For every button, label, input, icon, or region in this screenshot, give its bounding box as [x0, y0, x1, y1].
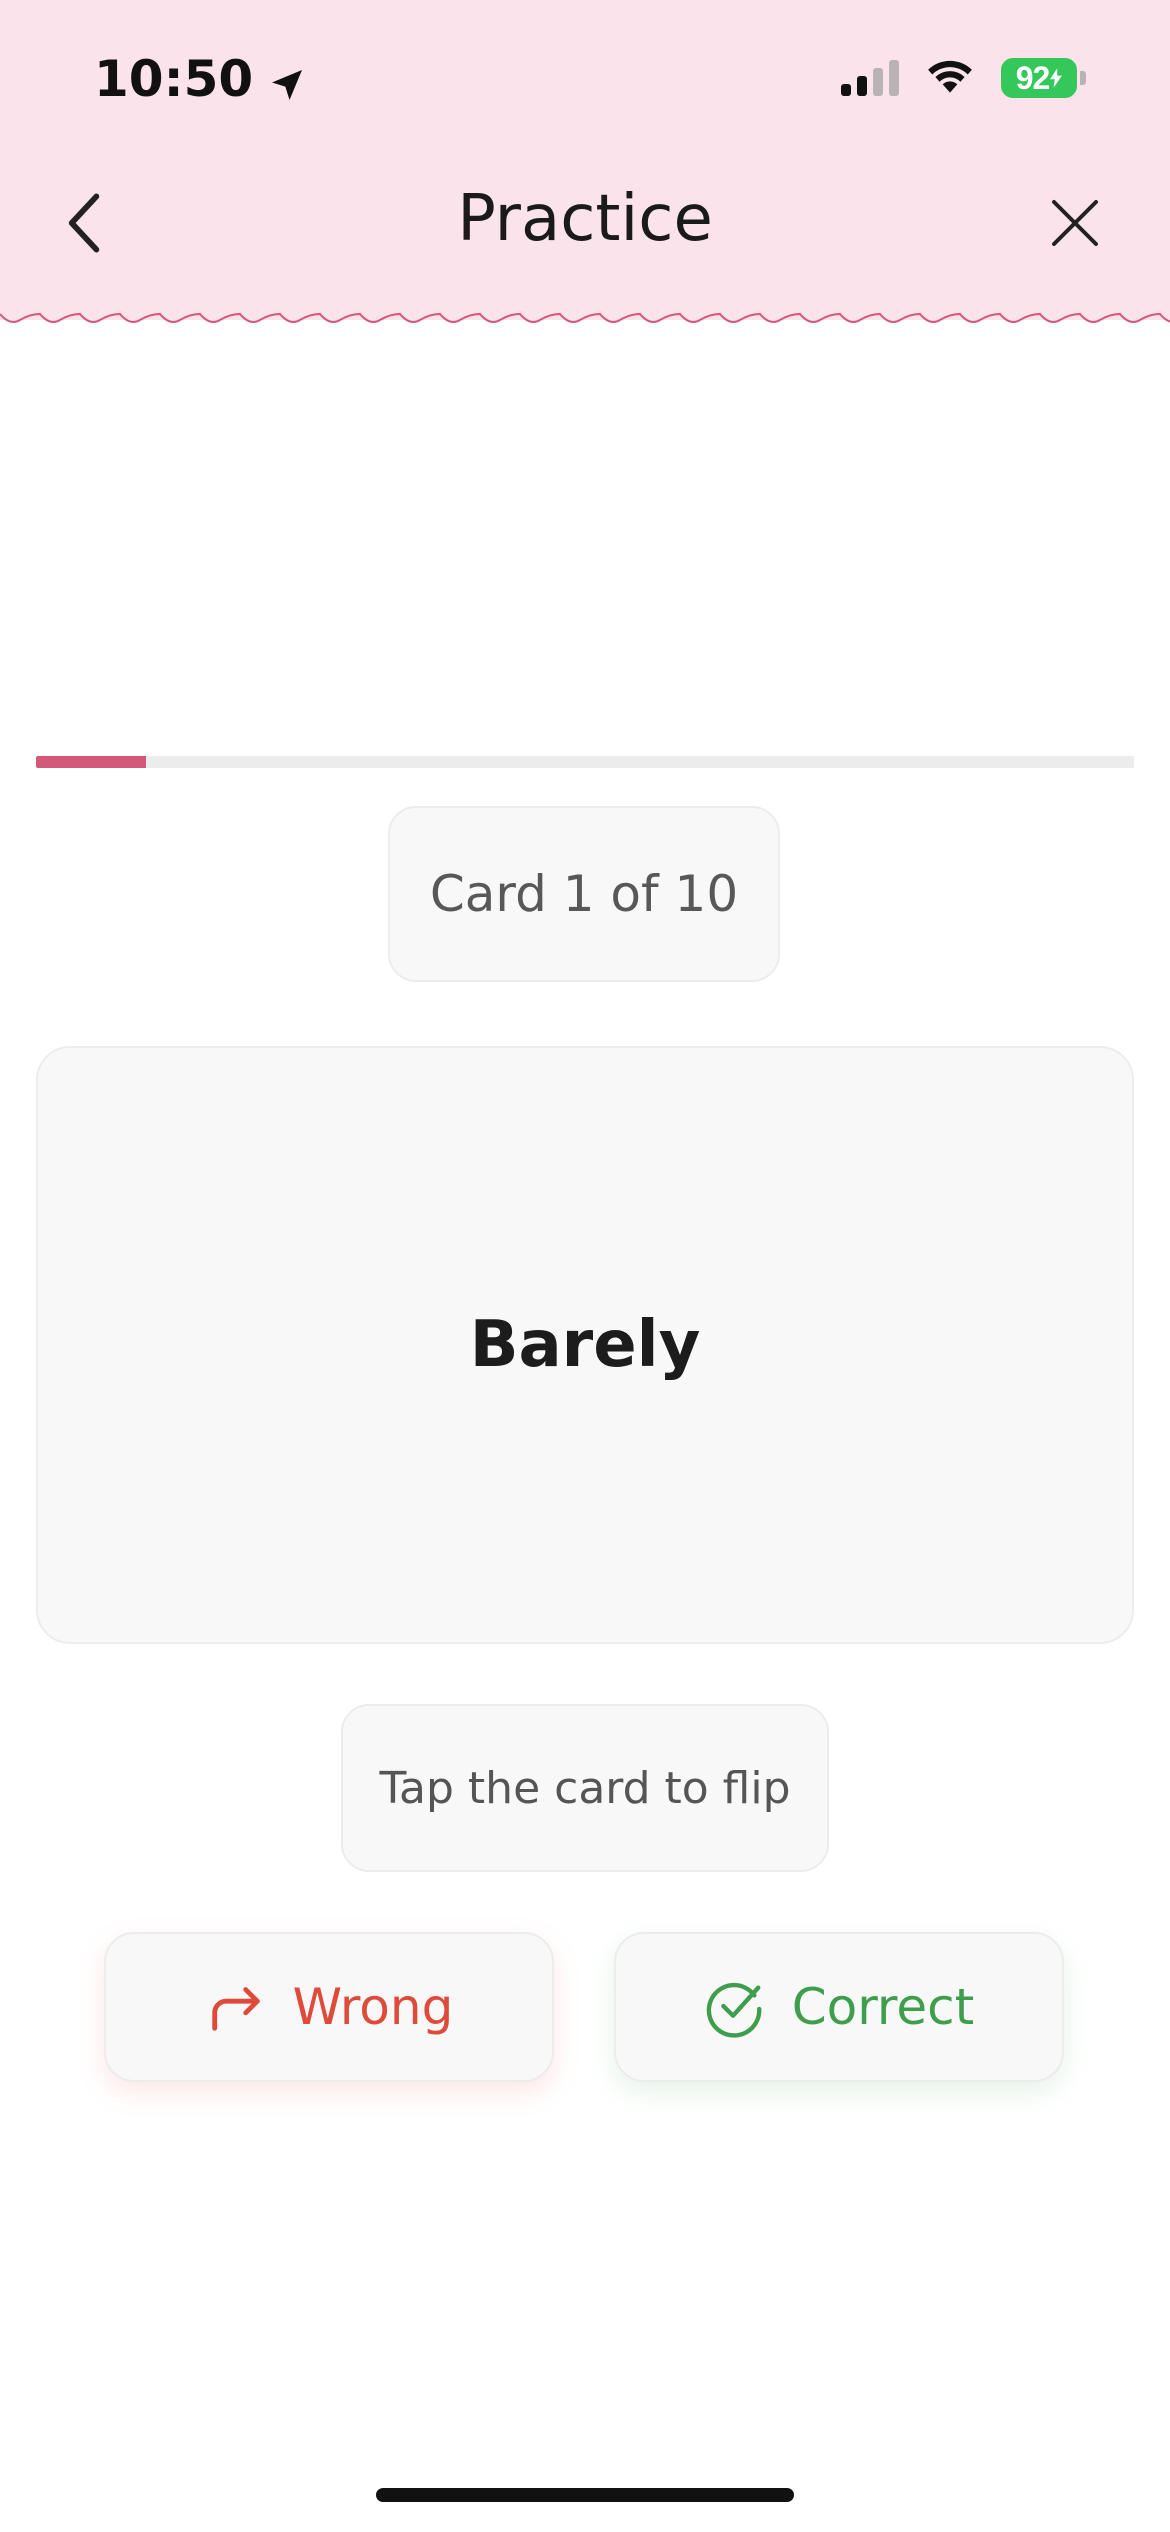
- page-title: Practice: [457, 182, 713, 256]
- location-arrow-icon: [267, 59, 307, 100]
- header-wave-divider: [0, 306, 1170, 323]
- battery-level: 92: [1015, 59, 1051, 96]
- flashcard[interactable]: Barely: [36, 1046, 1134, 1644]
- correct-button[interactable]: Correct: [614, 1932, 1064, 2082]
- check-circle-icon: [704, 1976, 766, 2038]
- home-indicator: [376, 2488, 794, 2502]
- status-bar-time: 10:50: [94, 44, 307, 114]
- card-counter: Card 1 of 10: [388, 806, 780, 982]
- progress-bar-fill: [36, 756, 146, 768]
- flashcard-text: Barely: [469, 1308, 701, 1382]
- flip-hint: Tap the card to flip: [341, 1704, 829, 1872]
- correct-button-label: Correct: [791, 1978, 975, 2036]
- redo-arrow-icon: [205, 1976, 267, 2038]
- battery-icon: 92: [1001, 58, 1086, 98]
- cellular-signal-icon: [841, 60, 899, 96]
- wifi-icon: [925, 57, 975, 99]
- header: 10:50 92 Practice: [0, 0, 1170, 320]
- status-bar-indicators: 92: [841, 52, 1086, 104]
- wrong-button-label: Wrong: [292, 1978, 454, 2036]
- status-time-text: 10:50: [94, 50, 254, 108]
- progress-bar: [36, 756, 1134, 768]
- wrong-button[interactable]: Wrong: [104, 1932, 554, 2082]
- close-icon: [1052, 200, 1098, 246]
- close-button[interactable]: [1030, 178, 1120, 268]
